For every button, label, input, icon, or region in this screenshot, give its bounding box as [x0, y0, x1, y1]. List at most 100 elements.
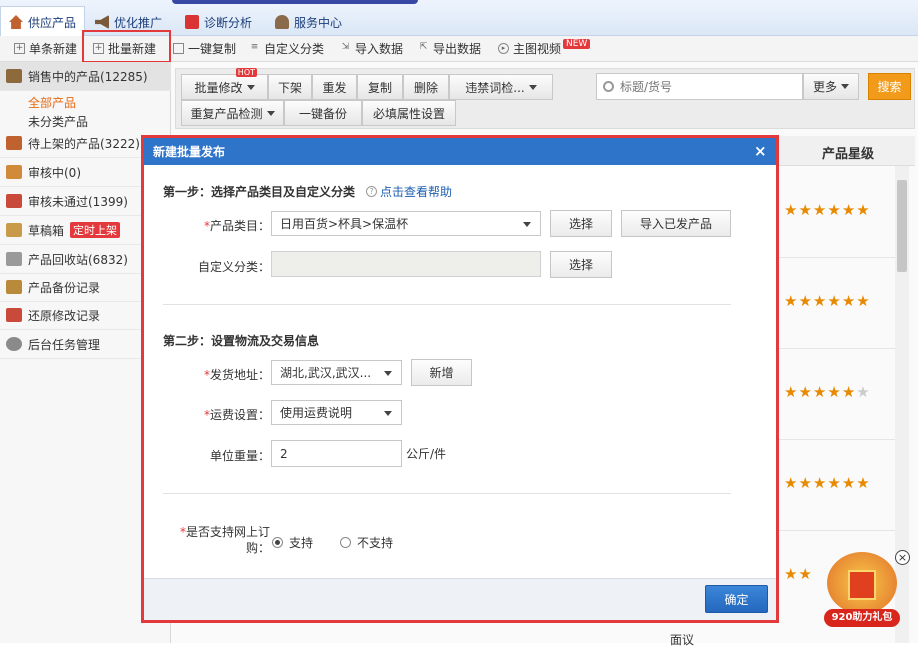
custom-category-field[interactable]: [271, 251, 541, 277]
scrollbar-thumb[interactable]: [897, 180, 907, 272]
required-attrs-button[interactable]: 必填属性设置: [362, 100, 456, 126]
support-radio[interactable]: 支持: [272, 534, 313, 551]
online-order-label: *是否支持网上订 购：: [179, 525, 270, 555]
star-filled-icon: ★: [827, 201, 842, 219]
import-published-button[interactable]: 导入已发产品: [621, 210, 731, 237]
batch-edit-button[interactable]: 批量修改 HOT: [181, 68, 268, 100]
no-support-radio[interactable]: 不支持: [340, 534, 393, 551]
dialog-close-icon[interactable]: ×: [754, 142, 767, 160]
tab-supply-products[interactable]: 供应产品: [0, 6, 86, 37]
weight-value: 2: [280, 446, 288, 461]
star-filled-icon: ★: [827, 383, 842, 401]
divider: [163, 493, 731, 494]
one-click-copy-button[interactable]: 一键复制: [173, 40, 236, 57]
export-label: 导出数据: [433, 42, 482, 56]
promo-close-icon[interactable]: ×: [895, 550, 910, 565]
star-filled-icon: ★: [798, 383, 813, 401]
copy-button[interactable]: 复制: [357, 74, 403, 100]
single-new-button[interactable]: + 单条新建: [14, 40, 77, 57]
batch-new-button[interactable]: + 批量新建: [93, 40, 156, 57]
star-filled-icon: ★: [827, 292, 842, 310]
banned-words-label: 违禁词检...: [465, 80, 525, 95]
choose-custom-button[interactable]: 选择: [550, 251, 612, 278]
import-data-button[interactable]: ⇲ 导入数据: [340, 40, 403, 57]
batch-new-label: 批量新建: [108, 42, 157, 56]
more-button[interactable]: 更多: [803, 73, 859, 100]
fee-select[interactable]: 使用运费说明: [271, 400, 402, 425]
add-address-button[interactable]: 新增: [411, 359, 472, 386]
tab-label: 诊断分析: [204, 15, 253, 30]
star-filled-icon: ★: [784, 474, 799, 492]
price-negotiable: 面议: [670, 633, 695, 647]
product-toolbar: + 单条新建 + 批量新建 一键复制 ≡ 自定义分类 ⇲ 导入数据 ⇱ 导出数据…: [0, 30, 918, 63]
custom-category-button[interactable]: ≡ 自定义分类: [249, 40, 324, 57]
dup-check-label: 重复产品检测: [190, 106, 263, 121]
search-icon: [603, 81, 614, 92]
chevron-down-icon: [246, 84, 255, 90]
sidebar-sub-all-products[interactable]: 全部产品: [28, 94, 76, 111]
search-input[interactable]: [620, 79, 790, 94]
one-click-backup-button[interactable]: 一键备份: [284, 100, 362, 126]
tab-diagnosis[interactable]: 诊断分析: [185, 8, 252, 36]
sidebar-item-selling[interactable]: 销售中的产品(12285): [0, 62, 171, 91]
star-empty-icon: ★: [856, 383, 871, 401]
folder-icon: [6, 223, 22, 237]
top-accent-bar: [172, 0, 418, 4]
hot-badge: HOT: [235, 68, 257, 77]
star-filled-icon: ★: [812, 474, 828, 492]
search-box: [596, 73, 803, 100]
chevron-down-icon: [528, 84, 537, 90]
search-button[interactable]: 搜索: [868, 73, 911, 100]
online-order-label-line1: 是否支持网上订: [185, 525, 270, 539]
star-filled-icon: ★: [856, 474, 871, 492]
rating-stars-partial: ★★: [784, 565, 813, 583]
delete-button[interactable]: 删除: [403, 74, 449, 100]
export-data-button[interactable]: ⇱ 导出数据: [418, 40, 481, 57]
star-filled-icon: ★: [841, 292, 857, 310]
import-icon: ⇲: [341, 42, 350, 52]
rating-stars: ★★★★★★: [784, 383, 871, 401]
star-filled-icon: ★: [827, 474, 842, 492]
more-label: 更多: [812, 80, 837, 94]
ship-label-text: 发货地址：: [209, 368, 270, 382]
tab-service[interactable]: 服务中心: [275, 8, 342, 36]
video-label: 主图视频: [513, 42, 562, 56]
offline-button[interactable]: 下架: [268, 74, 312, 100]
box-icon: [6, 136, 22, 150]
weight-label: 单位重量：: [209, 449, 270, 463]
sidebar-item-label: 还原修改记录: [28, 308, 101, 323]
doc-error-icon: [6, 194, 22, 208]
backup-icon: [6, 280, 22, 294]
batch-publish-dialog: 新建批量发布 × 第一步：选择产品类目及自定义分类 ? 点击查看帮助 *产品类目…: [141, 135, 779, 623]
promo-gift[interactable]: 920助力礼包: [822, 540, 902, 640]
confirm-button[interactable]: 确定: [705, 585, 768, 613]
star-filled-icon: ★: [856, 201, 871, 219]
rating-stars: ★★★★★★: [784, 474, 871, 492]
sidebar-item-label: 后台任务管理: [28, 337, 101, 352]
duplicate-check-button[interactable]: 重复产品检测: [181, 100, 284, 126]
banned-words-button[interactable]: 违禁词检...: [449, 74, 553, 100]
help-link[interactable]: ? 点击查看帮助: [366, 183, 452, 200]
ship-value: 湖北,武汉,武汉...: [280, 366, 372, 380]
sidebar-sub-uncategorized[interactable]: 未分类产品: [28, 113, 88, 130]
category-select[interactable]: 日用百货>杯具>保温杯: [271, 211, 541, 236]
choose-category-button[interactable]: 选择: [550, 210, 612, 237]
gear-icon: [6, 337, 22, 351]
shop-icon: [6, 69, 22, 83]
chevron-down-icon: [523, 222, 531, 227]
single-new-label: 单条新建: [29, 42, 78, 56]
star-filled-icon: ★: [841, 383, 857, 401]
dialog-footer: 确定: [144, 578, 776, 620]
gift-box-shape: [848, 570, 876, 600]
tab-label: 供应产品: [28, 15, 77, 30]
promo-label: 920助力礼包: [824, 609, 900, 627]
weight-input[interactable]: 2: [271, 440, 402, 467]
main-video-button[interactable]: ▸ 主图视频 NEW: [498, 38, 591, 57]
ship-address-select[interactable]: 湖北,武汉,武汉...: [271, 360, 402, 385]
chevron-down-icon: [266, 110, 275, 116]
doc-icon: [6, 165, 22, 179]
category-label-text: 产品类目：: [209, 219, 270, 233]
radio-unchecked-icon: [340, 537, 351, 548]
radio-checked-icon: [272, 537, 283, 548]
republish-button[interactable]: 重发: [312, 74, 357, 100]
